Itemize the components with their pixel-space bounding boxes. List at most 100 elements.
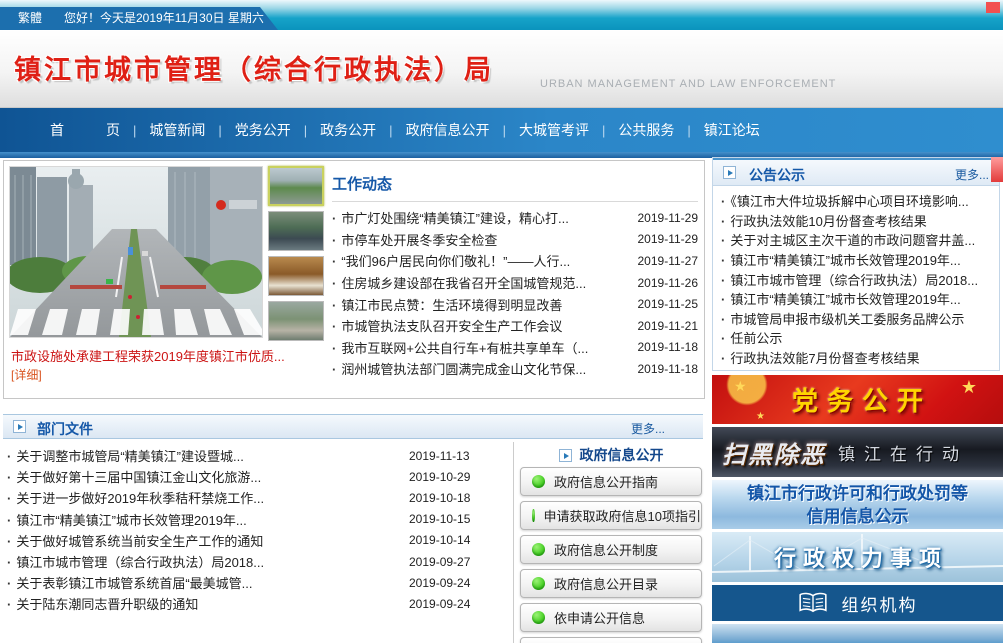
carousel-main-photo[interactable] [9, 166, 263, 338]
nav-item[interactable]: 政府信息公开 [376, 120, 489, 140]
doc-item: 关于做好城管系统当前安全生产工作的通知 2019-10-14 [7, 530, 505, 551]
news-item-link[interactable]: 润州城管执法部门圆满完成金山文化节保... [332, 359, 630, 378]
doc-item-date: 2019-10-14 [409, 533, 505, 547]
doc-item-date: 2019-09-27 [409, 555, 505, 569]
news-item-link[interactable]: “我们96户居民向你们敬礼！”——人行... [332, 251, 630, 270]
carousel-detail-link[interactable]: [详细] [11, 366, 42, 383]
carousel-thumbnail[interactable] [268, 211, 324, 251]
news-item-link[interactable]: 市城管执法支队召开安全生产工作会议 [332, 316, 630, 335]
news-item-link[interactable]: 市停车处开展冬季安全检查 [332, 230, 630, 249]
notices-more-link[interactable]: 更多... [955, 166, 989, 183]
gov-info-button[interactable]: 政府信息公开指南 [520, 467, 702, 496]
gov-info-button[interactable] [520, 637, 702, 643]
doc-item-link[interactable]: 关于陆东潮同志晋升职级的通知 [7, 594, 409, 613]
banner-credit-line1: 镇江市行政许可和行政处罚等 [747, 482, 968, 505]
page: 繁體 您好！今天是2019年11月30日 星期六 镇江市城市管理（综合行政执法）… [0, 0, 1003, 643]
site-subtitle: URBAN MANAGEMENT AND LAW ENFORCEMENT [540, 78, 836, 90]
star-icon: ★ [734, 378, 747, 395]
main-navigation: 首 页 城管新闻 党务公开 政务公开 政府信息公开 大城管考评 公共服务 镇江论… [0, 108, 1003, 152]
banner-credit-info[interactable]: 镇江市行政许可和行政处罚等 信用信息公示 [712, 480, 1003, 529]
doc-item: 关于进一步做好2019年秋季秸秆禁烧工作... 2019-10-18 [7, 487, 505, 508]
gov-info-button[interactable]: 政府信息公开目录 [520, 569, 702, 598]
gov-info-button[interactable]: 依申请公开信息 [520, 603, 702, 632]
notice-item-link[interactable]: 任前公示 [721, 328, 991, 347]
notice-item-link[interactable]: 《镇江市大件垃圾拆解中心项目环境影响... [721, 191, 991, 210]
carousel-caption-link[interactable]: 市政设施处承建工程荣获2019年度镇江市优质... [11, 346, 327, 365]
news-item: 住房城乡建设部在我省召开全国城管规范... 2019-11-26 [332, 272, 698, 294]
gov-info-button-label: 政府信息公开制度 [554, 540, 658, 559]
dept-docs-more-link[interactable]: 更多... [631, 420, 665, 437]
news-panel: 市政设施处承建工程荣获2019年度镇江市优质... [详细] 工作动态 市广灯处… [3, 160, 705, 399]
gov-info-header: 政府信息公开 [518, 443, 704, 467]
doc-item-link[interactable]: 镇江市“精美镇江”城市长效管理2019年... [7, 510, 409, 529]
doc-item-link[interactable]: 关于表彰镇江市城管系统首届“最美城管... [7, 573, 409, 592]
green-dot-icon [532, 509, 535, 522]
notice-item-link[interactable]: 镇江市城市管理（综合行政执法）局2018... [721, 270, 991, 289]
news-item-link[interactable]: 我市互联网+公共自行车+有桩共享单车（... [332, 338, 630, 357]
notice-item-link[interactable]: 镇江市“精美镇江”城市长效管理2019年... [721, 289, 991, 308]
news-item-link[interactable]: 住房城乡建设部在我省召开全国城管规范... [332, 273, 630, 292]
doc-item-date: 2019-10-15 [409, 512, 505, 526]
doc-item-link[interactable]: 关于做好第十三届中国镇江金山文化旅游... [7, 467, 409, 486]
green-dot-icon [532, 577, 545, 590]
doc-item-date: 2019-10-18 [409, 491, 505, 505]
star-icon: ★ [756, 411, 765, 422]
carousel-thumbnail[interactable] [268, 166, 324, 206]
carousel-thumbnail[interactable] [268, 301, 324, 341]
dept-docs-list: 关于调整市城管局“精美镇江”建设暨城... 2019-11-13 关于做好第十三… [3, 442, 514, 643]
nav-item[interactable]: 公共服务 [589, 120, 674, 140]
banner-organization[interactable]: 组织机构 [712, 585, 1003, 621]
doc-item: 关于陆东潮同志晋升职级的通知 2019-09-24 [7, 593, 505, 614]
news-item-link[interactable]: 镇江市民点赞：生活环境得到明显改善 [332, 295, 630, 314]
banner-sweep-evil[interactable]: 扫黑除恶 镇江在行动 [712, 427, 1003, 477]
top-bar-band: 繁體 您好！今天是2019年11月30日 星期六 [0, 7, 278, 30]
notice-item-link[interactable]: 行政执法效能7月份督查考核结果 [721, 348, 991, 367]
banner-credit-line2: 信用信息公示 [807, 505, 909, 528]
news-item-date: 2019-11-18 [638, 362, 699, 376]
photo-carousel: 市政设施处承建工程荣获2019年度镇江市优质... [详细] [9, 166, 327, 394]
doc-item-link[interactable]: 关于做好城管系统当前安全生产工作的通知 [7, 531, 409, 550]
greeting-date-text: 您好！今天是2019年11月30日 星期六 [64, 7, 264, 30]
banner-party-affairs-label: 党务公开 [783, 381, 932, 418]
news-item: 市停车处开展冬季安全检查 2019-11-29 [332, 229, 698, 251]
dept-docs-header: 部门文件 更多... [3, 414, 703, 439]
star-icon: ★ [961, 377, 977, 398]
nav-item[interactable]: 首 页 [50, 120, 120, 140]
nav-item[interactable]: 镇江论坛 [674, 120, 759, 140]
news-item-date: 2019-11-26 [638, 276, 699, 290]
nav-item[interactable]: 政务公开 [291, 120, 376, 140]
green-dot-icon [532, 543, 545, 556]
banner-partial-next[interactable] [712, 624, 1003, 643]
nav-item[interactable]: 党务公开 [205, 120, 290, 140]
traditional-chinese-link[interactable]: 繁體 [18, 7, 42, 30]
carousel-thumbnail[interactable] [268, 256, 324, 296]
gov-info-section: 政府信息公开 政府信息公开指南 申请获取政府信息10项指引 政府信息公开制度 [518, 443, 704, 643]
notice-item-link[interactable]: 关于对主城区主次干道的市政问题窨井盖... [721, 230, 991, 249]
doc-item-date: 2019-09-24 [409, 597, 505, 611]
news-item: 润州城管执法部门圆满完成金山文化节保... 2019-11-18 [332, 358, 698, 380]
section-arrow-icon [723, 166, 736, 179]
banner-admin-power[interactable]: 行政权力事项 [712, 532, 1003, 582]
notice-item-link[interactable]: 行政执法效能10月份督查考核结果 [721, 211, 991, 230]
work-news-title: 工作动态 [332, 173, 698, 202]
notice-item: 《镇江市大件垃圾拆解中心项目环境影响... [721, 191, 991, 211]
notice-item: 行政执法效能10月份督查考核结果 [721, 211, 991, 231]
banner-party-affairs[interactable]: ★ ★ ★ 党务公开 [712, 375, 1003, 424]
work-news-section: 工作动态 市广灯处围绕“精美镇江”建设，精心打... 2019-11-29 市停… [332, 173, 698, 380]
news-item-date: 2019-11-21 [638, 319, 699, 333]
doc-item-link[interactable]: 关于调整市城管局“精美镇江”建设暨城... [7, 446, 409, 465]
news-item-date: 2019-11-18 [638, 340, 699, 354]
notice-item: 镇江市“精美镇江”城市长效管理2019年... [721, 250, 991, 270]
notice-item-link[interactable]: 镇江市“精美镇江”城市长效管理2019年... [721, 250, 991, 269]
notice-item: 关于对主城区主次干道的市政问题窨井盖... [721, 230, 991, 250]
doc-item-link[interactable]: 镇江市城市管理（综合行政执法）局2018... [7, 552, 409, 571]
gov-info-button[interactable]: 申请获取政府信息10项指引 [520, 501, 702, 530]
nav-item[interactable]: 城管新闻 [120, 120, 205, 140]
doc-item-link[interactable]: 关于进一步做好2019年秋季秸秆禁烧工作... [7, 488, 409, 507]
notice-item-link[interactable]: 市城管局申报市级机关工委服务品牌公示 [721, 309, 991, 328]
gov-info-button[interactable]: 政府信息公开制度 [520, 535, 702, 564]
news-item-date: 2019-11-27 [638, 254, 699, 268]
nav-item[interactable]: 大城管考评 [490, 120, 589, 140]
news-item-link[interactable]: 市广灯处围绕“精美镇江”建设，精心打... [332, 208, 630, 227]
banner-sweep-evil-sublabel: 镇江在行动 [838, 440, 968, 465]
